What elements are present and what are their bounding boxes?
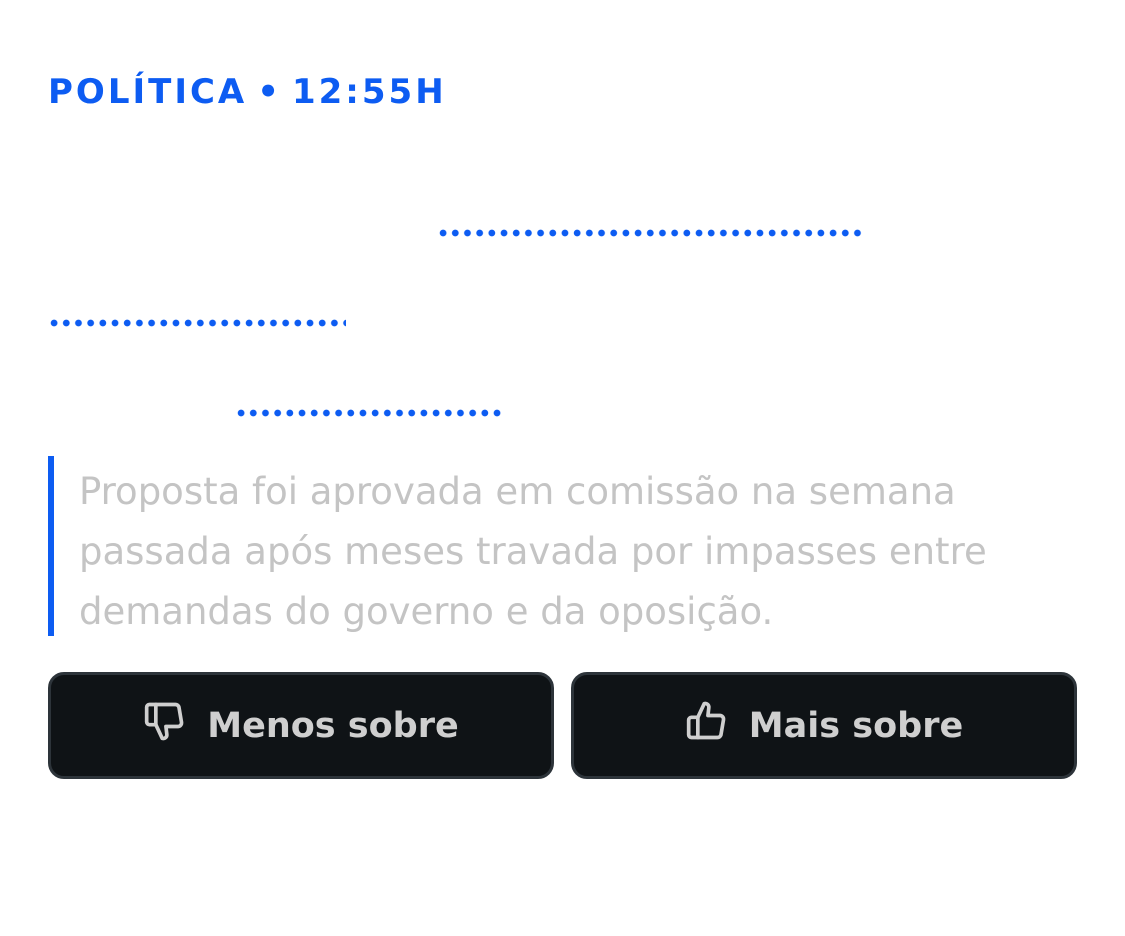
summary-text: Proposta foi aprovada em comissão na sem… (79, 470, 987, 633)
headline-link-underline[interactable] (48, 318, 346, 328)
headline-link-underline[interactable] (437, 228, 863, 238)
article-summary: Proposta foi aprovada em comissão na sem… (48, 456, 1078, 636)
publish-time: 12:55H (291, 72, 447, 112)
headline-link-underline[interactable] (235, 408, 503, 418)
meta-separator: • (257, 72, 282, 112)
category-label: POLÍTICA (48, 72, 248, 112)
thumbs-up-icon (685, 699, 749, 752)
thumbs-down-icon (143, 699, 207, 752)
less-about-button[interactable]: Menos sobre (48, 672, 554, 779)
less-about-label: Menos sobre (207, 705, 459, 746)
more-about-label: Mais sobre (748, 705, 964, 746)
more-about-button[interactable]: Mais sobre (571, 672, 1077, 779)
article-meta: POLÍTICA • 12:55H (48, 72, 447, 112)
